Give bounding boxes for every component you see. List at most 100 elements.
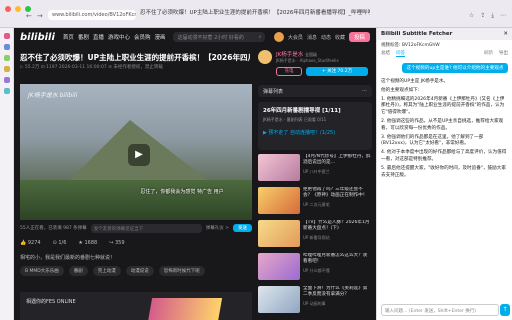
close-icon[interactable]: ✕ — [503, 31, 508, 37]
site-header: bilibili 首页 番剧 直播 游戏中心 会员购 漫画 这届动漫不好惹 2小… — [14, 28, 376, 46]
answer-line: 4. 他对于本季度中出现的好作品都给与了高度评价，认为值得一看，对这部是特别推荐… — [381, 150, 507, 162]
recommendation-item[interactable]: 【4月/N代炒号】上伊那牡丹，醉酒后说出的是… UP 八叶中夏兰 — [258, 154, 372, 185]
message-link[interactable]: 消息 — [307, 34, 317, 41]
search-input[interactable]: 这届动漫不好惹 2小时 好看的 ⌕ — [173, 32, 266, 42]
more-icon[interactable]: ⋯ — [362, 88, 367, 94]
nav-anime[interactable]: 番剧 — [78, 33, 89, 41]
share-button[interactable]: ↪ 359 — [109, 240, 124, 246]
back-button[interactable]: ← — [26, 12, 32, 20]
dynamic-link[interactable]: 动态 — [321, 34, 331, 41]
forward-button[interactable]: → — [37, 12, 43, 20]
recommendation-item[interactable]: 哔哩哔哩月新番怎么这么大？诶 看看吧！ UP 什么都不懂 — [258, 253, 372, 284]
uploader-avatar[interactable] — [258, 50, 272, 64]
recommendation-title: 哔哩哔哩月新番怎么这么大？诶 看看吧！ — [303, 253, 368, 264]
recommendation-item[interactable]: 【TV】什么是人脉？2026年1月新番大盘点！(下) UP 新番导视站 — [258, 220, 372, 251]
recommendation-thumbnail — [258, 286, 300, 313]
recommendation-author: UP 什么都不懂 — [303, 268, 330, 273]
danmu-send-button[interactable]: 发送 — [233, 224, 252, 232]
recommendation-title: 【4月/N代炒号】上伊那牡丹，醉酒后说出的是… — [303, 154, 371, 165]
send-icon[interactable]: ↑ — [500, 304, 510, 316]
tab-title[interactable]: 忍不住了必须吹爆！UP主陆上职业生涯的提前开香槟！【2026年四月新番看播导视】… — [140, 5, 370, 17]
star-icon[interactable]: ☆ — [469, 12, 474, 20]
playlist-autoplay-link[interactable]: ▶ 预不走了 自动连播吧！(1/25) — [263, 129, 367, 136]
menu-icon[interactable]: ⋯ — [500, 12, 506, 20]
panel-title: Bilibili Subtitle Fetcher — [381, 31, 453, 37]
video-tag[interactable]: 恐怖新时候代下呢 — [158, 266, 205, 276]
user-question-bubble: 这个视频的up主是谁? 他可以介绍他的主要观点 — [402, 63, 508, 73]
uploader-name[interactable]: JK杨手是水 全国级 — [276, 50, 317, 58]
like-count: 9274 — [27, 240, 41, 246]
favorite-button[interactable]: ★ 1688 — [78, 240, 97, 246]
answer-line: 3. 他强调他们的作品都是在这里，他了解到了一部(BV12xxx)，认为它"太好… — [381, 134, 484, 147]
nav-shop[interactable]: 会员购 — [134, 33, 151, 41]
answer-line: 5. 最后他还提醒大家，"收好你的时间，及时追番"，鼓励大家去支持正版。 — [381, 165, 506, 178]
danmu-list-label: 弹幕列表 — [263, 89, 284, 95]
sidebar-app-icon[interactable] — [3, 88, 10, 94]
subtitle-fetcher-panel: Bilibili Subtitle Fetcher ✕ 视频标签: BV12oF… — [376, 28, 512, 320]
recommendation-item[interactable]: 拒绝他再了吗？三年级还会不会？《原神》动画正在制作中！ UP 二次元黄毛 — [258, 187, 372, 218]
video-meta: ▷ 55.2万 ⊡ 1197 2026-03-11 16:00:07 ⊘ 未经作… — [20, 65, 163, 70]
question-input[interactable]: 输入问题… (Enter 发送，Shift+Enter 换行) — [381, 304, 499, 316]
game-banner-image — [147, 298, 223, 320]
like-button[interactable]: 👍 9274 — [20, 240, 41, 246]
close-window-button[interactable] — [5, 6, 11, 12]
sidebar-app-icon[interactable] — [3, 55, 10, 61]
search-icon[interactable]: ⌕ — [259, 34, 262, 40]
recommendation-title: 拒绝他再了吗？三年级还会不会？《原神》动画正在制作中！ — [303, 187, 368, 198]
user-avatar[interactable] — [273, 32, 284, 42]
favorites-link[interactable]: 收藏 — [335, 34, 345, 41]
browser-toolbar: ← → www.bilibili.com/video/BV12oFKcmGhW … — [0, 0, 512, 28]
sidebar-app-icon[interactable] — [3, 33, 10, 39]
play-icon[interactable]: ▶ — [128, 144, 150, 166]
bilibili-logo[interactable]: bilibili — [20, 32, 55, 43]
recommendation-thumbnail — [258, 154, 300, 181]
nav-live[interactable]: 直播 — [93, 33, 104, 41]
recommendation-author: UP 动画的事 — [303, 301, 326, 306]
share-icon[interactable]: ⇪ — [480, 12, 485, 20]
favorite-count: 1688 — [84, 240, 98, 246]
panel-header: Bilibili Subtitle Fetcher ✕ — [377, 28, 512, 40]
video-tag[interactable]: 番剧 — [68, 266, 88, 276]
browser-sidebar — [0, 28, 14, 320]
follow-button[interactable]: + 关注 70.2万 — [306, 67, 368, 76]
video-tag[interactable]: 完上动漫 — [92, 266, 121, 276]
nav-home[interactable]: 首页 — [63, 33, 74, 41]
sidebar-app-icon[interactable] — [3, 44, 10, 50]
minimize-window-button[interactable] — [15, 6, 21, 12]
tab-qa[interactable]: 问答 — [396, 50, 405, 57]
sidebar-app-icon[interactable] — [3, 66, 10, 72]
recommendation-thumbnail — [258, 187, 300, 214]
vip-link[interactable]: 大会员 — [288, 34, 303, 41]
danmu-input[interactable]: 发个友善的弹幕见证当下 — [90, 223, 202, 233]
game-banner[interactable]: 相遇你的FES ONLINE — [20, 292, 252, 320]
video-description: 相宅的小，我是我们最新的番剧七种就说！ — [20, 255, 116, 261]
tab-summary[interactable]: 总结 — [381, 50, 390, 57]
danmu-rules-link[interactable]: 弹幕礼仪 > — [206, 225, 229, 231]
nav-manga[interactable]: 漫画 — [154, 33, 165, 41]
refresh-button[interactable]: 刷新 — [484, 50, 493, 57]
recommendation-list: 【4月/N代炒号】上伊那牡丹，醉酒后说出的是… UP 八叶中夏兰 拒绝他再了吗？… — [258, 154, 372, 319]
share-count: 359 — [114, 240, 125, 246]
danmu-bar: 55人正在看，已装填 987 条弹幕 发个友善的弹幕见证当下 弹幕礼仪 > 发送 — [20, 222, 252, 234]
video-subtitle: 忍住了，你都我会为感觉 特广告 用户 — [140, 189, 224, 195]
recommendation-item[interactable]: 全面下滑！为什么《芙莉莲》第二季反而没有拿满分？ UP 动画的事 — [258, 286, 372, 317]
uploader-card: JK杨手是水 全国级 JK杨手是水 · Alphaes_Studifeelix … — [258, 50, 372, 90]
video-player[interactable]: JK杨手是水 bilibili ▶ 忍住了，你都我会为感觉 特广告 用户 — [20, 84, 252, 220]
danmu-list-header[interactable]: 弹幕列表 ⋯ — [258, 85, 372, 97]
address-bar[interactable]: www.bilibili.com/video/BV12oFKcmGhW — [48, 10, 136, 20]
charge-button[interactable]: 充电 — [276, 67, 302, 76]
playlist-card[interactable]: 26年四月新番剧播导视 [1/11] JK杨手是水 · 番剧列表 已观看 0/1… — [258, 102, 372, 150]
video-tags: B MMD大乐乐曲 番剧 完上动漫 动漫说说 恐怖新时候代下呢 — [20, 266, 205, 276]
export-button[interactable]: 导出 — [499, 50, 508, 57]
video-actions: 👍 9274 ⊙ 1/6 ★ 1688 ↪ 359 — [20, 236, 252, 250]
window: ← → www.bilibili.com/video/BV12oFKcmGhW … — [0, 0, 512, 320]
danmu-count: 55人正在看，已装填 987 条弹幕 — [20, 226, 87, 231]
sidebar-app-icon[interactable] — [3, 77, 10, 83]
game-banner-title: 相遇你的FES ONLINE — [26, 299, 76, 305]
download-icon[interactable]: ⤓ — [491, 12, 494, 20]
nav-game[interactable]: 游戏中心 — [108, 33, 130, 41]
coin-button[interactable]: ⊙ 1/6 — [53, 240, 67, 246]
video-tag[interactable]: B MMD大乐乐曲 — [20, 266, 64, 276]
upload-button[interactable]: 投稿 — [348, 32, 370, 42]
video-tag[interactable]: 动漫说说 — [125, 266, 154, 276]
